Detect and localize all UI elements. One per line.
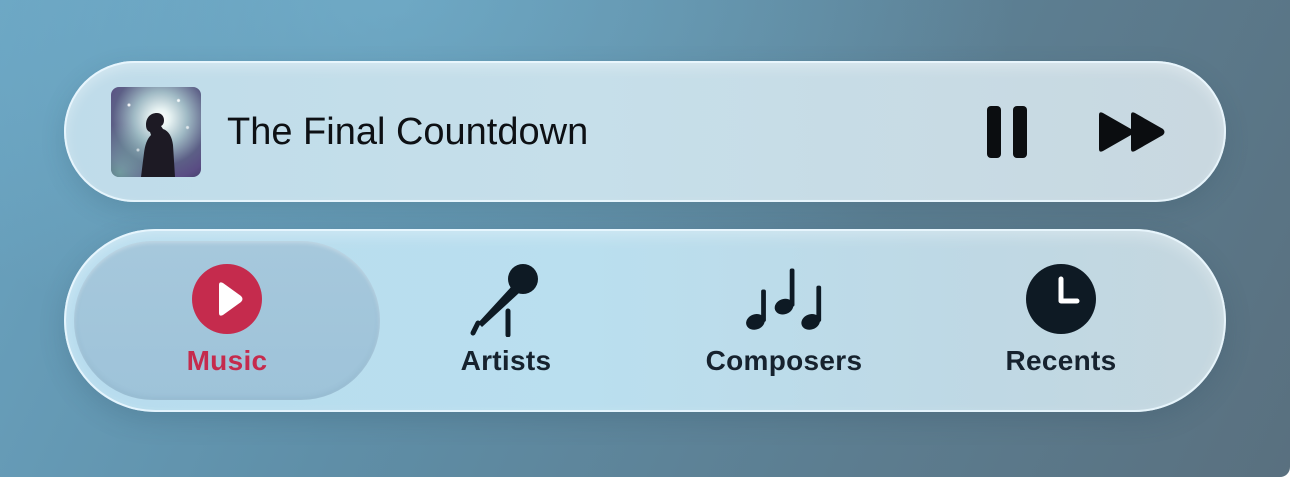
fast-forward-icon [1099,112,1165,152]
play-circle-icon [187,259,267,339]
music-notes-icon [744,259,824,339]
tab-artists[interactable]: Artists [426,259,586,389]
tab-recents[interactable]: Recents [981,259,1141,389]
tab-label-recents: Recents [1005,345,1117,376]
now-playing-bar[interactable]: The Final Countdown [64,61,1226,202]
tab-label-composers: Composers [705,345,863,376]
album-artwork[interactable] [111,87,201,177]
background: The Final Countdown Music Artists Compos… [0,0,1290,477]
tab-composers[interactable]: Composers [684,259,884,389]
microphone-icon [466,259,546,339]
track-title: The Final Countdown [227,111,589,153]
clock-icon [1021,259,1101,339]
pause-button[interactable] [977,102,1037,162]
tab-label-artists: Artists [460,345,552,376]
pause-icon [987,106,1027,158]
tab-bar: Music Artists Composers Recents [64,229,1226,412]
artwork-silhouette [141,113,175,177]
tab-music[interactable]: Music [147,259,307,389]
tab-label-music: Music [186,345,268,376]
fast-forward-button[interactable] [1095,102,1171,162]
